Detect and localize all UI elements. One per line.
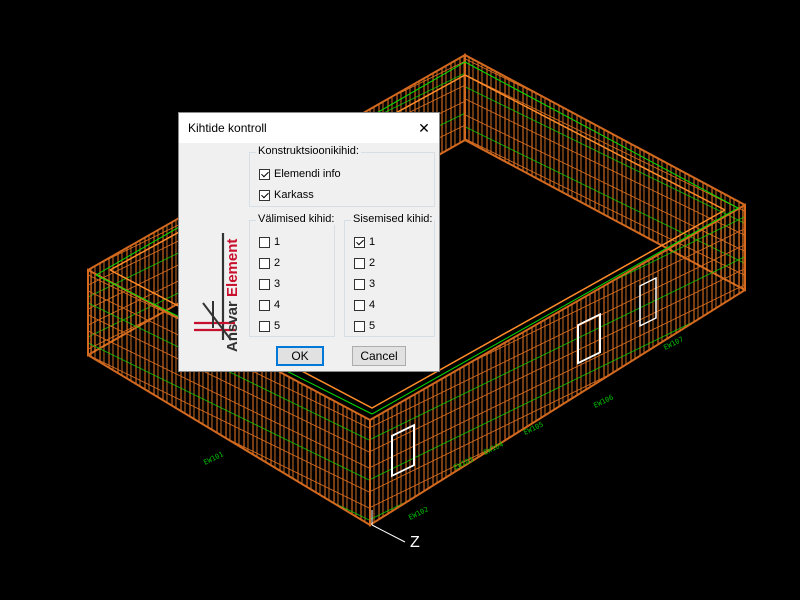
dialog-title: Kihtide kontroll [188, 121, 267, 135]
dialog-titlebar[interactable]: Kihtide kontroll ✕ [179, 113, 439, 143]
checkbox[interactable] [354, 278, 365, 290]
checkbox-frame[interactable]: Karkass [259, 187, 314, 203]
checkbox[interactable] [354, 320, 365, 332]
logo-text: Ansvar Element [224, 239, 241, 352]
checkbox[interactable] [259, 236, 270, 248]
checkbox-inner-1[interactable]: 1 [354, 234, 375, 250]
group-label: Sisemised kihid: [351, 213, 435, 225]
checkbox-outer-4[interactable]: 4 [259, 297, 280, 313]
checkbox[interactable] [259, 320, 270, 332]
checkbox[interactable] [259, 168, 270, 180]
checkbox-outer-3[interactable]: 3 [259, 276, 280, 292]
ok-button[interactable]: OK [276, 346, 324, 366]
inner-layers-group: Sisemised kihid: 1 2 3 4 5 [344, 213, 435, 337]
element-label: EW106 [592, 393, 614, 409]
checkbox-outer-5[interactable]: 5 [259, 318, 280, 334]
axis-label: Z [410, 534, 420, 551]
checkbox[interactable] [354, 257, 365, 269]
checkbox-element-info[interactable]: Elemendi info [259, 166, 341, 182]
checkbox[interactable] [259, 257, 270, 269]
group-label: Konstruktsioonikihid: [256, 145, 361, 157]
checkbox[interactable] [259, 189, 270, 201]
checkbox-inner-5[interactable]: 5 [354, 318, 375, 334]
close-icon[interactable]: ✕ [409, 113, 439, 143]
checkbox-inner-2[interactable]: 2 [354, 255, 375, 271]
cancel-button[interactable]: Cancel [352, 346, 406, 366]
checkbox[interactable] [354, 299, 365, 311]
element-label: EW101 [202, 450, 224, 466]
checkbox-outer-2[interactable]: 2 [259, 255, 280, 271]
ansvar-element-logo: Ansvar Element [194, 233, 241, 352]
checkbox-inner-3[interactable]: 3 [354, 276, 375, 292]
checkbox[interactable] [259, 278, 270, 290]
checkbox[interactable] [354, 236, 365, 248]
element-label: EW102 [407, 505, 429, 521]
checkbox[interactable] [259, 299, 270, 311]
construction-layers-group: Konstruktsioonikihid: Elemendi info Kark… [249, 145, 435, 207]
checkbox-inner-4[interactable]: 4 [354, 297, 375, 313]
layer-control-dialog: Kihtide kontroll ✕ Ansvar Element Konstr… [178, 112, 440, 372]
checkbox-outer-1[interactable]: 1 [259, 234, 280, 250]
group-label: Välimised kihid: [256, 213, 337, 225]
outer-layers-group: Välimised kihid: 1 2 3 4 5 [249, 213, 337, 337]
